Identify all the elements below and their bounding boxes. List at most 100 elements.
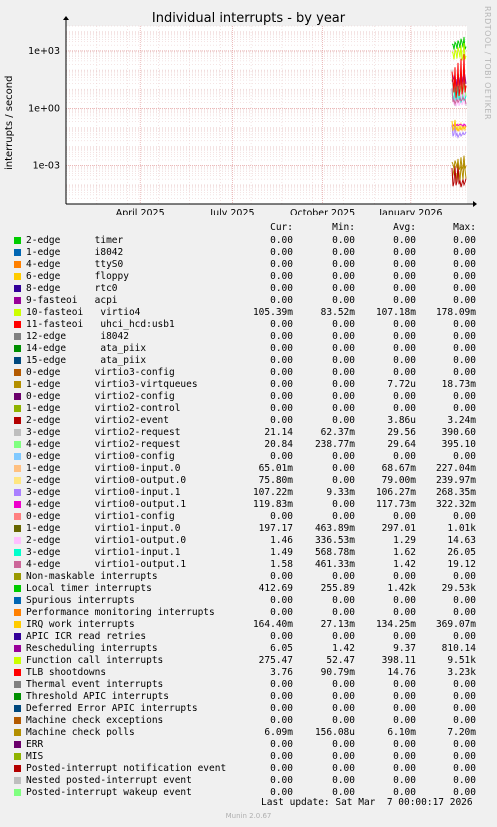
legend-value-max: 227.04m — [435, 463, 476, 474]
legend-value-cur: 0.00 — [270, 715, 293, 726]
legend-swatch — [14, 753, 21, 760]
legend-value-cur: 412.69 — [258, 583, 293, 594]
column-header-max: Max: — [453, 222, 476, 233]
legend-value-min: 0.00 — [332, 403, 355, 414]
legend-value-max: 3.24m — [447, 415, 476, 426]
legend-row: 9-fasteoi acpi 0.00 0.00 0.00 0.00 — [0, 295, 497, 307]
x-tick-label: October 2025 — [290, 208, 355, 215]
legend-series-name: 1-edge i8042 — [26, 247, 124, 258]
legend-value-cur: 0.00 — [270, 295, 293, 306]
legend-value-cur: 0.00 — [270, 607, 293, 618]
legend-value-max: 0.00 — [453, 367, 476, 378]
legend-value-min: 0.00 — [332, 775, 355, 786]
legend-row: Performance monitoring interrupts 0.00 0.0… — [0, 607, 497, 619]
legend-value-max: 14.63 — [447, 535, 476, 546]
legend-series-name: 4-edge ttyS0 — [26, 259, 124, 270]
legend-value-max: 0.00 — [453, 319, 476, 330]
legend-swatch — [14, 741, 21, 748]
legend-value-min: 568.78m — [314, 547, 355, 558]
legend-value-cur: 0.00 — [270, 511, 293, 522]
legend-value-cur: 119.83m — [252, 499, 293, 510]
legend-value-cur: 0.00 — [270, 679, 293, 690]
legend-value-cur: 105.39m — [252, 307, 293, 318]
legend-row: Rescheduling interrupts 6.05 1.42 9.37 810.1… — [0, 643, 497, 655]
legend-value-max: 9.51k — [447, 655, 476, 666]
legend-value-max: 0.00 — [453, 703, 476, 714]
legend-value-cur: 197.17 — [258, 523, 293, 534]
legend-row: 2-edge timer 0.00 0.00 0.00 0.00 — [0, 235, 497, 247]
legend-series-name: 1-edge virtio1-input.0 — [26, 523, 181, 534]
legend-value-max: 0.00 — [453, 403, 476, 414]
legend-value-min: 461.33m — [314, 559, 355, 570]
legend-row: 1-edge virtio1-input.0 197.17 463.89m 297.0… — [0, 523, 497, 535]
legend-row: Nested posted-interrupt event 0.00 0.00 0.0… — [0, 775, 497, 787]
legend-value-max: 0.00 — [453, 715, 476, 726]
legend-value-min: 0.00 — [332, 751, 355, 762]
legend-value-min: 1.42 — [332, 643, 355, 654]
legend-value-max: 0.00 — [453, 511, 476, 522]
legend-series-name: 0-edge virtio3-config — [26, 367, 175, 378]
legend-value-max: 0.00 — [453, 295, 476, 306]
legend-value-max: 0.00 — [453, 343, 476, 354]
legend-series-name: 15-edge ata_piix — [26, 355, 147, 366]
legend-series-name: 0-edge virtio0-config — [26, 451, 175, 462]
legend-value-max: 395.10 — [441, 439, 476, 450]
column-header-cur: Cur: — [270, 222, 293, 233]
legend-value-cur: 0.00 — [270, 259, 293, 270]
legend-value-max: 3.23k — [447, 667, 476, 678]
legend-value-max: 0.00 — [453, 607, 476, 618]
legend-series-name: 4-edge virtio1-output.1 — [26, 559, 187, 570]
legend-value-cur: 0.00 — [270, 775, 293, 786]
legend-row: Machine check polls 6.09m 156.08u 6.10m 7.20… — [0, 727, 497, 739]
legend-swatch — [14, 513, 21, 520]
legend-swatch — [14, 765, 21, 772]
legend-value-min: 0.00 — [332, 391, 355, 402]
legend-value-min: 238.77m — [314, 439, 355, 450]
legend-value-cur: 6.09m — [264, 727, 293, 738]
legend-row: 2-edge virtio2-event 0.00 0.00 3.86u 3.24m — [0, 415, 497, 427]
legend-value-max: 0.00 — [453, 763, 476, 774]
legend-value-cur: 0.00 — [270, 595, 293, 606]
legend-value-max: 0.00 — [453, 355, 476, 366]
legend-swatch — [14, 237, 21, 244]
x-tick-label: January 2026 — [378, 208, 442, 215]
legend-row: 3-edge virtio0-input.1 107.22m 9.33m 106.27… — [0, 487, 497, 499]
legend-value-min: 0.00 — [332, 367, 355, 378]
legend-value-cur: 0.00 — [270, 343, 293, 354]
chart-plot: 1e+03 1e+00 1e-03 April 2025 July 2025 Octobe… — [28, 16, 477, 215]
legend-row: 1-edge i8042 0.00 0.00 0.00 0.00 — [0, 247, 497, 259]
legend-row: 4-edge ttyS0 0.00 0.00 0.00 0.00 — [0, 259, 497, 271]
legend-swatch — [14, 561, 21, 568]
legend-swatch — [14, 381, 21, 388]
legend-series-name: 3-edge virtio1-input.1 — [26, 547, 181, 558]
legend-value-min: 0.00 — [332, 703, 355, 714]
legend-value-min: 0.00 — [332, 451, 355, 462]
legend-row: 1-edge virtio3-virtqueues 0.00 0.00 7.72u 18… — [0, 379, 497, 391]
legend-series-name: APIC ICR read retries — [26, 631, 147, 642]
legend-value-cur: 75.80m — [258, 475, 293, 486]
legend-row: 0-edge virtio3-config 0.00 0.00 0.00 0.00 — [0, 367, 497, 379]
column-header-min: Min: — [332, 222, 355, 233]
legend-value-min: 0.00 — [332, 739, 355, 750]
legend-value-max: 0.00 — [453, 631, 476, 642]
legend-row: Deferred Error APIC interrupts 0.00 0.00 0.… — [0, 703, 497, 715]
legend-row: 0-edge virtio2-config 0.00 0.00 0.00 0.00 — [0, 391, 497, 403]
legend-series-name: 11-fasteoi uhci_hcd:usb1 — [26, 319, 175, 330]
legend-value-max: 1.01k — [447, 523, 476, 534]
legend-series-name: 2-edge virtio0-output.0 — [26, 475, 187, 486]
legend-value-cur: 20.84 — [264, 439, 293, 450]
legend-value-min: 0.00 — [332, 247, 355, 258]
legend-value-cur: 0.00 — [270, 631, 293, 642]
legend-swatch — [14, 321, 21, 328]
legend-value-cur: 0.00 — [270, 703, 293, 714]
legend-series-name: 4-edge virtio0-output.1 — [26, 499, 187, 510]
legend-value-max: 26.05 — [447, 547, 476, 558]
legend-value-max: 810.14 — [441, 643, 476, 654]
legend-series-name: 3-edge virtio2-request — [26, 427, 181, 438]
legend-swatch — [14, 441, 21, 448]
legend-value-cur: 0.00 — [270, 751, 293, 762]
legend-value-min: 0.00 — [332, 679, 355, 690]
legend-swatch — [14, 549, 21, 556]
legend-swatch — [14, 501, 21, 508]
legend-row: 0-edge virtio0-config 0.00 0.00 0.00 0.00 — [0, 451, 497, 463]
